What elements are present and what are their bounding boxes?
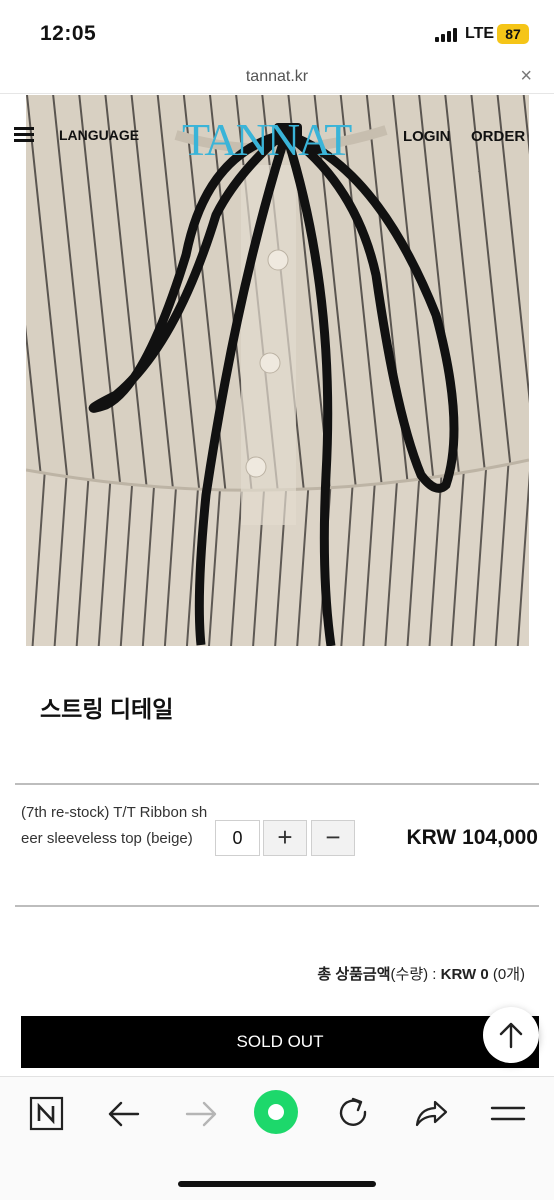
quantity-decrease-button[interactable]: − (311, 820, 355, 856)
battery-icon: 87 (497, 24, 529, 44)
refresh-icon[interactable] (331, 1092, 375, 1136)
forward-arrow-icon[interactable] (179, 1092, 223, 1136)
order-link[interactable]: ORDER (471, 128, 525, 145)
network-label: LTE (465, 25, 495, 42)
status-time: 12:05 (40, 22, 97, 45)
sold-out-button[interactable]: SOLD OUT (21, 1016, 539, 1068)
home-indicator (178, 1181, 376, 1187)
total-qty-label: (수량) : (390, 966, 441, 983)
scroll-to-top-button[interactable] (483, 1007, 539, 1063)
quantity-increase-button[interactable]: + (263, 820, 307, 856)
url-text[interactable]: tannat.kr (0, 68, 554, 86)
login-link[interactable]: LOGIN (403, 128, 451, 145)
hamburger-menu-icon[interactable] (14, 127, 34, 143)
divider-bottom (15, 905, 539, 907)
option-price: KRW 104,000 (406, 826, 538, 849)
total-amount: KRW 0 (440, 966, 489, 983)
signal-icon (435, 28, 459, 42)
home-dot-icon[interactable] (253, 1089, 299, 1135)
divider-top (15, 783, 539, 785)
product-image (26, 95, 529, 646)
total-price-line: 총 상품금액(수량) : KRW 0 (0개) (317, 963, 525, 984)
total-count: (0개) (488, 966, 525, 983)
arrow-up-icon (499, 1022, 523, 1049)
status-bar: 12:05 LTE 87 (0, 0, 554, 62)
site-logo[interactable]: TANNAT (182, 113, 352, 166)
option-name: (7th re-stock) T/T Ribbon sheer sleevele… (21, 804, 208, 847)
language-link[interactable]: LANGUAGE (59, 127, 139, 143)
site-header: LANGUAGE TANNAT LOGIN ORDER (0, 95, 554, 175)
naver-n-icon[interactable] (24, 1092, 68, 1136)
url-bar[interactable]: tannat.kr × (0, 62, 554, 94)
quantity-input[interactable]: 0 (215, 820, 260, 856)
menu-lines-icon[interactable] (486, 1092, 530, 1136)
close-icon[interactable]: × (520, 65, 532, 88)
total-label: 총 상품금액 (317, 966, 391, 983)
share-icon[interactable] (409, 1092, 453, 1136)
detail-caption: 스트링 디테일 (40, 696, 174, 722)
back-arrow-icon[interactable] (102, 1092, 146, 1136)
